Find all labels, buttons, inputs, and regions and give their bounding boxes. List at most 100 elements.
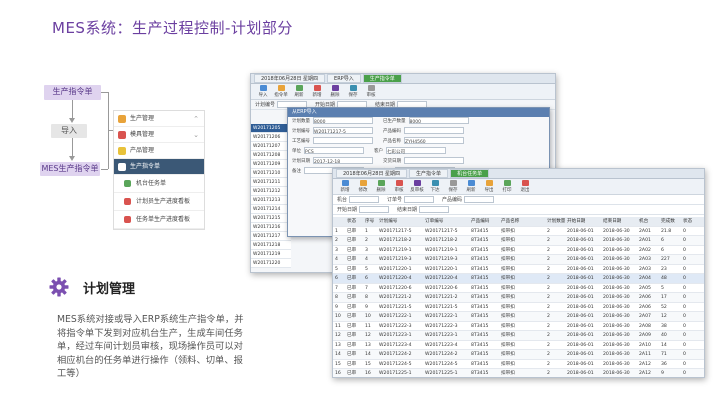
toolbar-button[interactable]: 审核 <box>390 179 408 194</box>
list-item[interactable]: W20171206 <box>251 133 291 142</box>
toolbar-button[interactable]: 修改 <box>354 179 372 194</box>
toolbar-button[interactable]: 新增 <box>336 179 354 194</box>
table-row[interactable]: 9 已审 9 W20171221-5 W20171221-5 8T3415 扣带扣 2 2018… <box>333 303 704 312</box>
table-row[interactable]: 13 已审 13 W20171223-4 W20171223-4 8T3415 扣带扣 2 20… <box>333 341 704 350</box>
toolbar-button[interactable]: 导入 <box>254 84 272 99</box>
table-cell: 14 <box>365 352 371 357</box>
table-cell: W20171219-3 <box>425 257 458 262</box>
table-cell: 已审 <box>347 361 357 367</box>
toolbar-button[interactable]: 打印 <box>498 179 516 194</box>
column-header[interactable]: 机台 <box>637 217 659 227</box>
table-cell: W20171220-4 <box>425 276 458 281</box>
table-row[interactable]: 14 已审 14 W20171224-2 W20171224-2 8T3415 扣带扣 2 20… <box>333 350 704 360</box>
window-tab[interactable]: ERP导入 <box>327 74 361 83</box>
list-item[interactable]: W20171215 <box>251 214 291 223</box>
toolbar-button[interactable]: 删除 <box>372 179 390 194</box>
column-header[interactable]: 产品名称 <box>499 217 545 227</box>
filter-input[interactable] <box>419 206 450 213</box>
side-menu-item[interactable]: 模具管理 ⌄ <box>114 127 204 143</box>
table-cell: 3 <box>335 247 338 253</box>
table-row[interactable]: 11 已审 11 W20171222-3 W20171222-3 8T3415 扣带扣 2 20… <box>333 322 704 331</box>
field-input[interactable]: 2017-12-18 <box>313 157 373 165</box>
chevron-icon: ⌄ <box>193 131 199 139</box>
list-item[interactable]: W20171213 <box>251 196 291 205</box>
toolbar-button[interactable]: 审核 <box>362 84 380 99</box>
table-row[interactable]: 10 已审 10 W20171222-1 W20171222-1 8T3415 扣带扣 2 20… <box>333 312 704 322</box>
table-row[interactable]: 1 已审 1 W20171217-5 W20171217-5 8T3415 扣带扣 2 2018… <box>333 227 704 236</box>
field-input[interactable]: PCS <box>304 147 364 155</box>
toolbar-button[interactable]: 反审核 <box>408 179 426 194</box>
window-tab[interactable]: 2018年06月28日 星期四 <box>336 169 408 178</box>
column-header[interactable]: 订单编号 <box>423 217 469 227</box>
list-item[interactable]: W20171218 <box>251 241 291 250</box>
field-input[interactable]: 8000 <box>408 117 469 125</box>
toolbar-label: 保存 <box>448 188 458 193</box>
list-item[interactable]: W20171216 <box>251 223 291 232</box>
table-row[interactable]: 8 已审 8 W20171221-2 W20171221-2 8T3415 扣带扣 2 2018… <box>333 293 704 303</box>
table-cell: 2018-06-30 <box>603 257 630 262</box>
table-row[interactable]: 15 已审 15 W20171224-5 W20171224-5 8T3415 扣带扣 2 20… <box>333 360 704 369</box>
table-row[interactable]: 12 已审 12 W20171223-1 W20171223-1 8T3415 扣带扣 2 20… <box>333 331 704 341</box>
field-input[interactable] <box>404 127 464 134</box>
list-item[interactable]: W20171220 <box>251 259 291 268</box>
toolbar-button[interactable]: 下达 <box>426 179 444 194</box>
table-row[interactable]: 7 已审 7 W20171220-6 W20171220-6 8T3415 扣带扣 2 2018… <box>333 284 704 293</box>
toolbar-button[interactable]: 刷新 <box>290 84 308 99</box>
filter-input[interactable] <box>359 206 390 213</box>
filter-label: 计划编号 <box>255 102 276 108</box>
table-row[interactable]: 3 已审 3 W20171219-1 W20171219-1 8T3415 扣带扣 2 2018… <box>333 246 704 255</box>
column-header[interactable]: 产品编码 <box>469 217 499 227</box>
table-row[interactable]: 4 已审 4 W20171219-3 W20171219-3 8T3415 扣带扣 2 2018… <box>333 255 704 265</box>
side-menu-item[interactable]: 产品管理 <box>114 143 204 159</box>
column-header[interactable]: 序号 <box>363 217 377 227</box>
toolbar-button[interactable]: 刷新 <box>462 179 480 194</box>
toolbar-button[interactable]: 保存 <box>444 179 462 194</box>
list-item[interactable]: W20171212 <box>251 187 291 196</box>
side-menu-item[interactable]: 机台任务单 <box>114 175 204 193</box>
toolbar-button[interactable]: 指令单 <box>272 84 290 99</box>
field-input[interactable]: 七彩公司 <box>386 147 446 155</box>
column-header[interactable]: 状态 <box>681 217 699 227</box>
toolbar-button[interactable]: 退出 <box>516 179 534 194</box>
list-item[interactable]: W20171207 <box>251 142 291 151</box>
column-header[interactable]: 结束日期 <box>601 217 637 227</box>
column-header[interactable]: 状态 <box>345 217 363 227</box>
side-menu-item[interactable]: 生产管理 ⌃ <box>114 111 204 127</box>
table-row[interactable]: 2 已审 2 W20171218-2 W20171218-2 8T3415 扣带扣 2 2018… <box>333 236 704 246</box>
window-tab[interactable]: 机台任务单 <box>450 169 490 178</box>
field-input[interactable] <box>313 137 373 144</box>
table-row[interactable]: 5 已审 5 W20171220-1 W20171220-1 8T3415 扣带扣 2 2018… <box>333 265 704 274</box>
field-input[interactable]: W20171217-5 <box>313 127 373 135</box>
field-input[interactable]: ZYH4560 <box>404 137 464 145</box>
filter-input[interactable] <box>349 196 380 203</box>
side-menu-item[interactable]: 计划员生产进度看板 <box>114 193 204 211</box>
filter-input[interactable] <box>464 196 495 203</box>
list-item[interactable]: W20171219 <box>251 250 291 259</box>
column-header[interactable]: 计划编号 <box>377 217 423 227</box>
toolbar-button[interactable]: 删除 <box>326 84 344 99</box>
list-item[interactable]: W20171217 <box>251 232 291 241</box>
field-input[interactable]: 8000 <box>313 117 373 125</box>
list-item[interactable]: W20171211 <box>251 178 291 187</box>
window-tab[interactable]: 生产指令单 <box>409 169 449 178</box>
toolbar-button[interactable]: 保存 <box>344 84 362 99</box>
table-row[interactable]: 6 已审 6 W20171220-4 W20171220-4 8T3415 扣带扣 2 2018… <box>333 274 704 284</box>
list-item[interactable]: W20171208 <box>251 151 291 160</box>
side-menu-item[interactable]: 任务单生产进度看板 <box>114 211 204 229</box>
table-row[interactable]: 16 已审 16 W20171225-1 W20171225-1 8T3415 扣带扣 2 20… <box>333 369 704 377</box>
side-menu-item[interactable]: 生产指令单 <box>114 159 204 175</box>
field-input[interactable] <box>404 157 464 164</box>
form-row: 计划日期 2017-12-18 交货日期 <box>288 157 549 167</box>
list-item[interactable]: W20171209 <box>251 160 291 169</box>
window-tab[interactable]: 生产指令单 <box>362 74 402 83</box>
column-header[interactable]: 开始日期 <box>565 217 601 227</box>
list-item[interactable]: W20171205 <box>251 124 291 133</box>
list-item[interactable]: W20171210 <box>251 169 291 178</box>
column-header[interactable]: 完成数 <box>659 217 681 227</box>
toolbar-button[interactable]: 导出 <box>480 179 498 194</box>
toolbar-button[interactable]: 新增 <box>308 84 326 99</box>
list-item[interactable]: W20171214 <box>251 205 291 214</box>
column-header[interactable]: 计划数量 <box>545 217 565 227</box>
window-tab[interactable]: 2018年06月28日 星期四 <box>254 74 326 83</box>
filter-input[interactable] <box>404 196 435 203</box>
